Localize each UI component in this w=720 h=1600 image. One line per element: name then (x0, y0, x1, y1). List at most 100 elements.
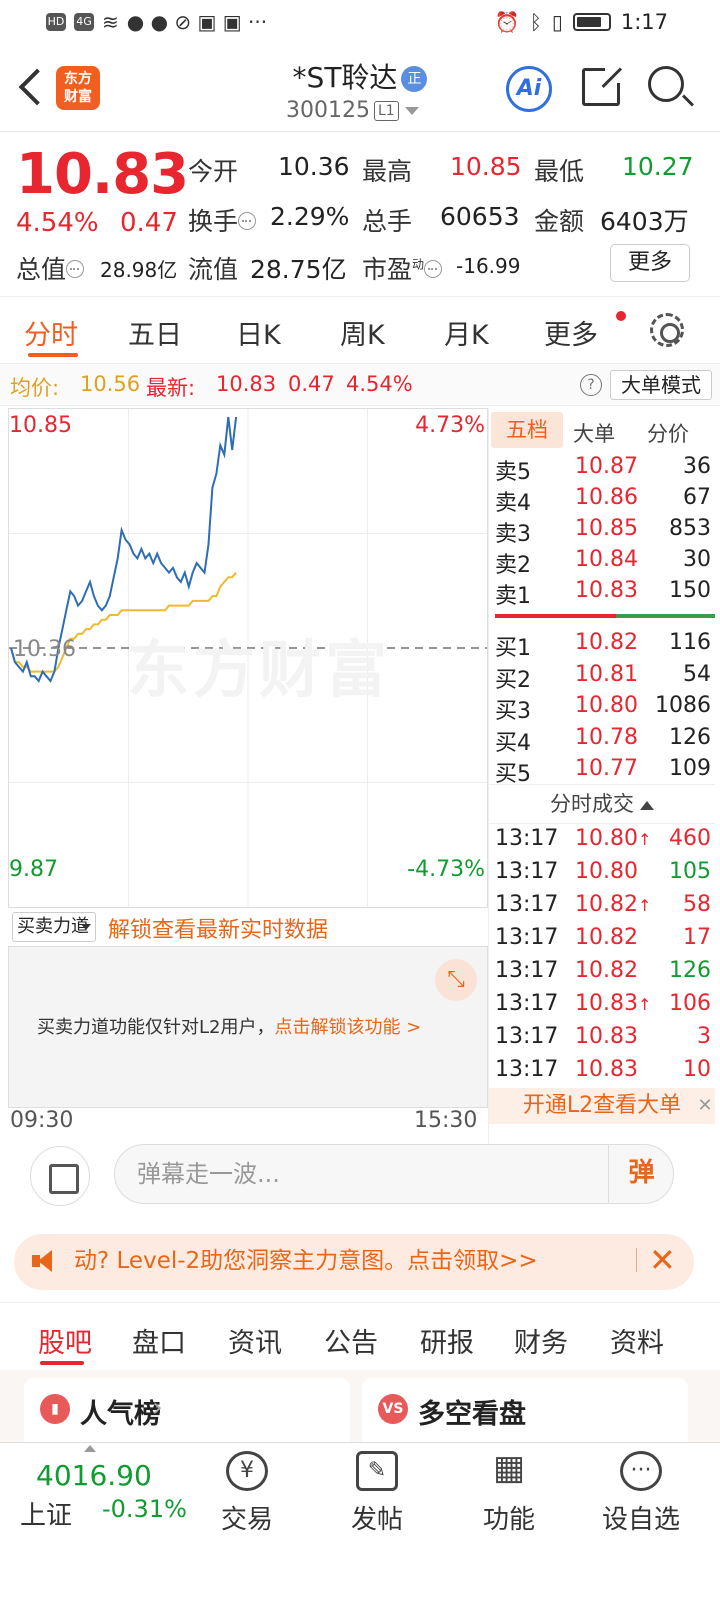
ask-row[interactable]: 卖1 10.83 150 (489, 578, 715, 610)
l2-unlock-link[interactable]: 点击解锁该功能 > (274, 1017, 421, 1038)
wifi-icon: ≋ (102, 10, 119, 34)
turnover-label[interactable]: 换手 (188, 202, 257, 238)
trade-time: 13:17 (495, 1057, 559, 1082)
l2-locked-panel[interactable]: 买卖力道功能仅针对L2用户，点击解锁该功能 > ⤡ (8, 946, 488, 1108)
ai-assistant-button[interactable]: Ai (506, 66, 552, 112)
expand-icon[interactable]: ⤡ (435, 959, 477, 1001)
bid-row[interactable]: 买1 10.82 116 (489, 630, 715, 662)
danmu-input[interactable]: 弹幕走一波... (114, 1144, 674, 1204)
indicator-select[interactable]: 买卖力道 (12, 912, 96, 942)
ask-level: 卖4 (495, 491, 531, 516)
bid-price: 10.77 (575, 756, 638, 781)
arrow-up-icon: ↑ (637, 830, 652, 849)
trade-volume: 10 (683, 1057, 711, 1082)
float-label: 流值 (188, 255, 239, 284)
amount-label: 金额 (534, 207, 585, 236)
latest-label: 最新: (146, 376, 196, 400)
trade-row: 13:17 10.83 10 (489, 1057, 715, 1089)
trade-volume: 105 (669, 859, 711, 884)
bid-price: 10.81 (575, 661, 638, 687)
trade-volume: 58 (683, 892, 711, 917)
y-bottom-label: 9.87 (9, 857, 58, 882)
volume-label: 总手 (362, 207, 413, 236)
high-value: 10.85 (450, 152, 522, 181)
ask-volume: 36 (683, 454, 711, 479)
change-amount: 0.47 (120, 208, 178, 238)
ask-volume: 67 (683, 485, 711, 510)
close-icon[interactable]: ✕ (636, 1244, 676, 1276)
ask-row[interactable]: 卖5 10.87 36 (489, 454, 715, 486)
ask-row[interactable]: 卖3 10.85 853 (489, 516, 715, 548)
ask-price: 10.86 (575, 485, 638, 510)
trades-header[interactable]: 分时成交 (489, 784, 715, 824)
trade-price: 10.80 (575, 859, 638, 884)
long-short-card[interactable]: VS 多空看盘 (362, 1378, 688, 1442)
clock: 1:17 (620, 10, 668, 34)
tab-more[interactable]: 更多 (544, 313, 598, 352)
more-quote-button[interactable]: 更多 (610, 244, 690, 282)
share-icon[interactable] (582, 65, 623, 106)
stock-code[interactable]: 300125 L1 (286, 98, 419, 123)
help-icon[interactable]: ? (580, 374, 602, 396)
gear-icon[interactable] (650, 313, 684, 347)
order-book-tabs: 五档 大单 分价 (489, 408, 720, 452)
trade-time: 13:17 (495, 958, 559, 983)
trade-price: 10.82 (575, 925, 638, 950)
tab-pankou[interactable]: 盘口 (132, 1321, 186, 1360)
unlock-link[interactable]: 解锁查看最新实时数据 (108, 912, 328, 944)
trade-time: 13:17 (495, 925, 559, 950)
bid-row[interactable]: 买4 10.78 126 (489, 725, 715, 757)
bid-level: 买3 (495, 699, 531, 724)
close-icon[interactable]: ✕ (695, 1088, 715, 1124)
mktcap-value: 28.98亿 (100, 258, 178, 282)
trade-time: 13:17 (495, 991, 559, 1016)
battery-icon (572, 13, 611, 31)
change-percent: 4.54% (16, 208, 99, 238)
tab-profile[interactable]: 资料 (610, 1321, 664, 1360)
tab-weekly-k[interactable]: 周K (340, 313, 385, 352)
alarm-icon: ⏰ (494, 10, 520, 34)
tab-big-orders[interactable]: 大单 (573, 418, 615, 448)
tab-finance[interactable]: 财务 (514, 1321, 568, 1360)
big-order-mode-button[interactable]: 大单模式 (610, 370, 712, 400)
tab-five-day[interactable]: 五日 (128, 313, 182, 352)
intraday-chart[interactable]: 东方财富 10.85 4.73% 10.36 9.87 -4.73% (8, 408, 488, 908)
tab-intraday[interactable]: 分时 (24, 313, 78, 352)
tab-daily-k[interactable]: 日K (236, 313, 281, 352)
ask-row[interactable]: 卖4 10.86 67 (489, 485, 715, 517)
nav-functions[interactable]: ▦ 功能 (454, 1451, 564, 1536)
ask-price: 10.84 (575, 547, 638, 572)
tab-research[interactable]: 研报 (420, 1321, 474, 1360)
more-icon: ··· (620, 1451, 662, 1491)
vs-icon: VS (378, 1394, 408, 1424)
ask-row[interactable]: 卖2 10.84 30 (489, 547, 715, 579)
mktcap-label[interactable]: 总值 (16, 250, 85, 286)
zheng-badge-icon: 正 (401, 66, 428, 92)
pe-label[interactable]: 市盈动 (362, 250, 443, 286)
danmu-settings-icon[interactable] (30, 1146, 90, 1206)
bid-level: 买2 (495, 667, 531, 693)
tab-guba[interactable]: 股吧 (38, 1321, 92, 1360)
danmu-toggle-button[interactable]: 弹 (608, 1144, 674, 1204)
tab-monthly-k[interactable]: 月K (444, 313, 489, 352)
x-start-label: 09:30 (10, 1108, 74, 1133)
promo-text: 动? Level-2助您洞察主力意图。点击领取>> (74, 1248, 538, 1274)
chevron-down-icon (404, 107, 419, 115)
tab-announcements[interactable]: 公告 (324, 1321, 378, 1360)
bid-row[interactable]: 买2 10.81 54 (489, 662, 715, 694)
promo-banner[interactable]: 动? Level-2助您洞察主力意图。点击领取>> ✕ (14, 1234, 694, 1290)
trade-row: 13:17 10.82 126 (489, 958, 715, 990)
open-value: 10.36 (278, 152, 350, 181)
tab-five-levels[interactable]: 五档 (491, 412, 563, 448)
nav-post[interactable]: ✎ 发帖 (322, 1451, 432, 1536)
popularity-card[interactable]: ▮ 人气榜 › (24, 1378, 350, 1442)
bid-row[interactable]: 买3 10.80 1086 (489, 693, 715, 725)
trade-price: 10.82 (575, 958, 638, 983)
tab-price-dist[interactable]: 分价 (647, 418, 689, 448)
nav-trade[interactable]: ¥ 交易 (192, 1451, 302, 1536)
tab-news[interactable]: 资讯 (228, 1321, 282, 1360)
search-icon[interactable] (648, 66, 684, 102)
open-l2-banner[interactable]: 开通L2查看大单 ✕ (489, 1088, 715, 1124)
y-top-label: 10.85 (9, 413, 72, 438)
nav-add-watchlist[interactable]: ··· 设自选 (586, 1451, 696, 1536)
